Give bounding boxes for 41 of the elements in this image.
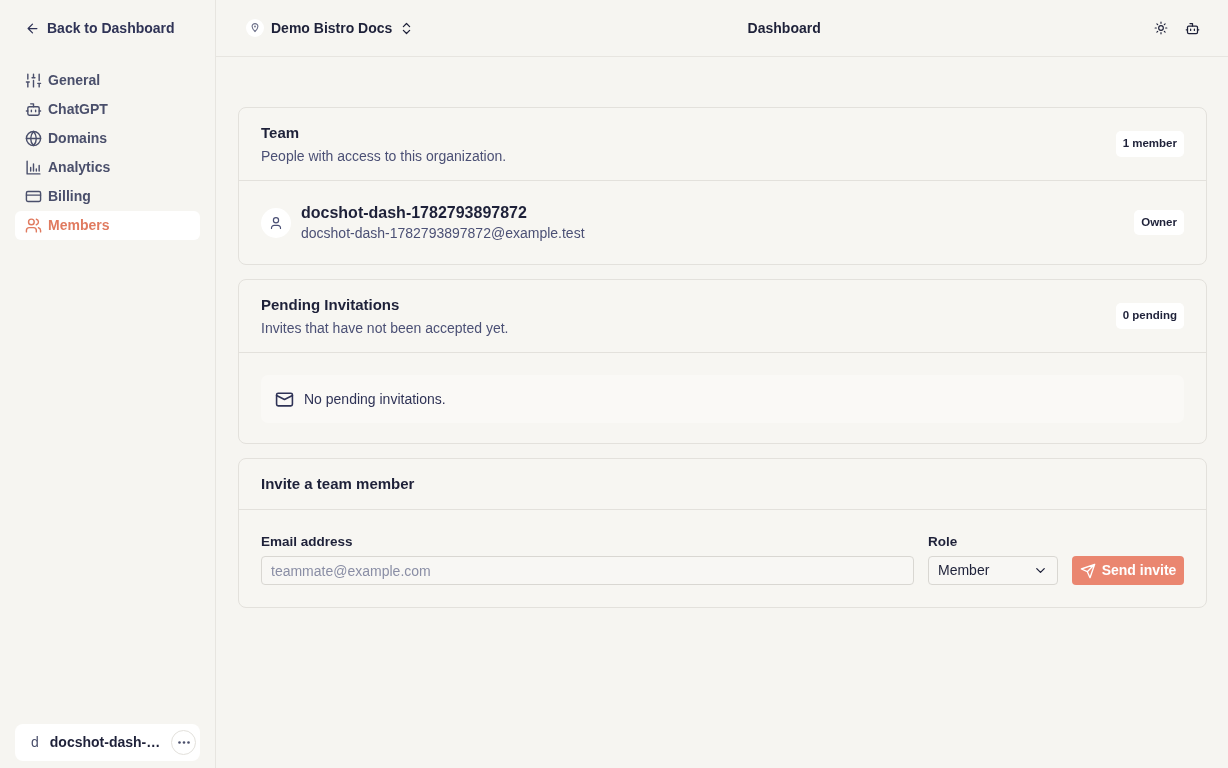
user-card[interactable]: d docshot-dash-…: [15, 724, 200, 761]
field-label: Role: [928, 533, 959, 551]
more-icon: [177, 741, 190, 744]
count-badge: 0 pending: [1115, 303, 1184, 329]
role-badge: Owner: [1134, 209, 1184, 236]
users-icon: [25, 217, 42, 234]
card-title: Pending Invitations: [261, 295, 401, 314]
sidebar-item[interactable]: ChatGPT: [15, 95, 200, 124]
card-subtitle: People with access to this organization.: [261, 147, 507, 165]
member-name: docshot-dash-1782793897872: [301, 203, 528, 223]
card-title: Team: [261, 123, 301, 142]
sliders-icon: [25, 72, 42, 89]
location-pin-icon: [246, 19, 264, 37]
robot-icon: [25, 101, 42, 118]
arrow-left-icon: [25, 21, 40, 36]
empty-message: No pending invitations.: [304, 389, 446, 409]
member-email: docshot-dash-1782793897872@example.test: [301, 225, 586, 242]
credit-card-icon: [25, 188, 42, 205]
back-link[interactable]: Back to Dashboard: [15, 0, 200, 57]
bar-chart-icon: [25, 159, 42, 176]
card-subtitle: Invites that have not been accepted yet.: [261, 319, 509, 337]
sidebar-item[interactable]: Billing: [15, 182, 200, 211]
sidebar-item[interactable]: Domains: [15, 124, 200, 153]
globe-icon: [25, 130, 42, 147]
more-button[interactable]: [171, 730, 197, 755]
send-icon: [1079, 562, 1096, 579]
sidebar-item[interactable]: Analytics: [15, 153, 200, 182]
user-avatar-icon: [261, 207, 291, 238]
user-initial: d: [31, 733, 39, 752]
user-name: docshot-dash-…: [49, 733, 161, 752]
field-label: Email address: [261, 533, 354, 551]
robot-icon[interactable]: [1185, 20, 1200, 36]
page-title: Dashboard: [747, 19, 821, 37]
sun-icon[interactable]: [1154, 21, 1168, 35]
card-title: Invite a team member: [261, 475, 415, 493]
email-input[interactable]: teammate@example.com: [261, 556, 914, 586]
organization-switcher[interactable]: Demo Bistro Docs: [246, 17, 415, 39]
role-select[interactable]: Member: [928, 556, 1058, 586]
sidebar-item[interactable]: General: [15, 66, 200, 95]
count-badge: 1 member: [1115, 131, 1184, 157]
mail-icon: [275, 389, 294, 409]
